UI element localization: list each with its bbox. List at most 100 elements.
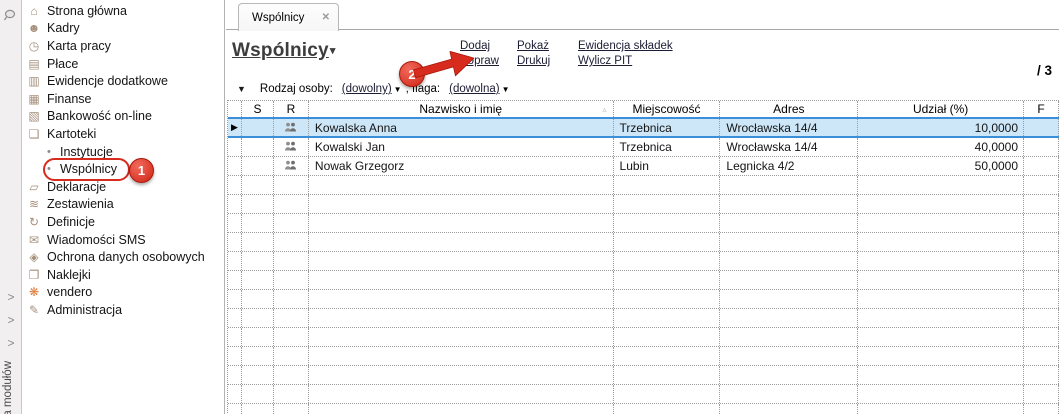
chevron-down-icon[interactable]: ▼ — [502, 85, 510, 94]
table-row-empty[interactable] — [228, 366, 1059, 385]
cell — [858, 195, 1025, 213]
cell — [858, 290, 1025, 308]
table-row-empty[interactable] — [228, 233, 1059, 252]
sidebar-item-naklejki[interactable]: ❐ Naklejki — [23, 266, 224, 284]
pin-icon[interactable] — [3, 8, 18, 25]
cell — [242, 271, 274, 289]
cell — [242, 119, 274, 136]
cell — [1024, 290, 1059, 308]
expand-chevron-icon[interactable]: > — [0, 309, 22, 332]
expand-chevron-icon[interactable]: > — [0, 286, 22, 309]
wylicz-pit-link[interactable]: Wylicz PIT — [578, 55, 673, 67]
table-row-empty[interactable] — [228, 290, 1059, 309]
sidebar-item-karta-pracy[interactable]: ◷ Karta pracy — [23, 37, 224, 55]
cell — [274, 195, 309, 213]
cell — [274, 385, 309, 403]
sidebar-item-vendero[interactable]: ❋ vendero — [23, 284, 224, 302]
cell — [274, 404, 309, 414]
column-header-f[interactable]: F — [1024, 101, 1059, 117]
table-row[interactable]: Nowak Grzegorz Lubin Legnicka 4/2 50,0000 — [228, 157, 1059, 176]
cell: Lubin — [614, 157, 721, 175]
people-icon — [284, 140, 297, 154]
cell — [309, 290, 614, 308]
table-row-empty[interactable] — [228, 176, 1059, 195]
table-row-empty[interactable] — [228, 385, 1059, 404]
module-palette-strip: > > > ta modułów — [0, 0, 22, 414]
sidebar-item-label: Bankowość on-line — [47, 109, 152, 124]
table-row-empty[interactable] — [228, 195, 1059, 214]
column-header-udzia-[interactable]: Udział (%) — [858, 101, 1025, 117]
sidebar-item-label: Naklejki — [47, 267, 91, 282]
tab-title: Wspólnicy — [252, 11, 305, 24]
cell: Trzebnica — [614, 138, 721, 156]
cell — [720, 328, 859, 346]
cell — [242, 214, 274, 232]
sidebar-item-strona-g-owna[interactable]: ⌂ Strona główna — [23, 2, 224, 20]
close-icon[interactable]: ✕ — [322, 12, 330, 23]
module-palette-label[interactable]: ta modułów — [2, 361, 14, 414]
column-header-miejscowosc[interactable]: Miejscowość — [614, 101, 721, 117]
cell — [614, 214, 721, 232]
cell — [858, 385, 1025, 403]
sidebar-item-bankowosc-on-line[interactable]: ▧ Bankowość on-line — [23, 108, 224, 126]
sidebar-item-zestawienia[interactable]: ≋ Zestawienia — [23, 196, 224, 214]
table-row-empty[interactable] — [228, 252, 1059, 271]
cell — [858, 404, 1025, 414]
sidebar-item-label: Kadry — [47, 21, 80, 36]
step1-highlight-oval — [43, 158, 130, 181]
bank-icon: ▧ — [28, 109, 40, 124]
sidebar-item-administracja[interactable]: ✎ Administracja — [23, 301, 224, 319]
sidebar-item-definicje[interactable]: ↻ Definicje — [23, 213, 224, 231]
table-row-empty[interactable] — [228, 347, 1059, 366]
sidebar-item-label: Kartoteki — [47, 126, 97, 141]
sidebar-item-kartoteki[interactable]: ❏ Kartoteki — [23, 125, 224, 143]
sidebar-item-finanse[interactable]: ▦ Finanse — [23, 90, 224, 108]
pokaz-link[interactable]: Pokaż — [517, 40, 550, 52]
table-row-empty[interactable] — [228, 214, 1059, 233]
folders-icon: ❏ — [28, 126, 40, 141]
sidebar-item-ewidencje-dodatkowe[interactable]: ▥ Ewidencje dodatkowe — [23, 72, 224, 90]
cell — [614, 271, 721, 289]
column-header-r[interactable]: R — [274, 101, 309, 117]
cell — [858, 309, 1025, 327]
cell — [614, 195, 721, 213]
cell — [1024, 328, 1059, 346]
sidebar-item-wiadomosci-sms[interactable]: ✉ Wiadomości SMS — [23, 231, 224, 249]
filter-collapse-icon[interactable]: ▼ — [237, 84, 246, 94]
table-row[interactable]: ▶ Kowalska Anna Trzebnica Wrocławska 14/4 10… — [228, 117, 1059, 138]
cell — [720, 385, 859, 403]
table-row-empty[interactable] — [228, 404, 1059, 414]
page-title[interactable]: Wspólnicy▾ — [232, 40, 336, 62]
column-header-indicator[interactable] — [228, 101, 242, 117]
cell — [309, 328, 614, 346]
cell — [242, 328, 274, 346]
person-type-dropdown[interactable]: (dowolny) — [342, 83, 392, 95]
ewidencja-sk-adek-link[interactable]: Ewidencja składek — [578, 40, 673, 52]
cell — [242, 366, 274, 384]
column-header-nazwisko-i-imie[interactable]: Nazwisko i imię ▵ — [309, 101, 614, 117]
column-header-s[interactable]: S — [242, 101, 274, 117]
tab-wspolnicy[interactable]: Wspólnicy ✕ — [238, 3, 339, 31]
sidebar-item-p-ace[interactable]: ▤ Płace — [23, 55, 224, 73]
drukuj-link[interactable]: Drukuj — [517, 55, 550, 67]
sidebar-item-label: Definicje — [47, 214, 95, 229]
sidebar-item-ochrona-danych-osobowych[interactable]: ◈ Ochrona danych osobowych — [23, 248, 224, 266]
sidebar-item-label: vendero — [47, 285, 93, 300]
sidebar-item-kadry[interactable]: ☻ Kadry — [23, 20, 224, 38]
cell — [858, 252, 1025, 270]
cell — [228, 138, 242, 156]
sort-asc-icon[interactable]: ▵ — [603, 105, 607, 114]
table-row[interactable]: Kowalski Jan Trzebnica Wrocławska 14/4 40,0… — [228, 138, 1059, 157]
home-icon: ⌂ — [30, 3, 38, 18]
cell — [1024, 233, 1059, 251]
cell — [858, 366, 1025, 384]
flag-dropdown[interactable]: (dowolna) — [449, 83, 500, 95]
chevron-down-icon[interactable]: ▼ — [394, 85, 402, 94]
expand-chevron-icon[interactable]: > — [0, 332, 22, 355]
table-row-empty[interactable] — [228, 271, 1059, 290]
column-header-adres[interactable]: Adres — [720, 101, 859, 117]
table-row-empty[interactable] — [228, 309, 1059, 328]
cell — [1024, 157, 1059, 175]
row-indicator-icon: ▶ — [231, 122, 238, 132]
table-row-empty[interactable] — [228, 328, 1059, 347]
